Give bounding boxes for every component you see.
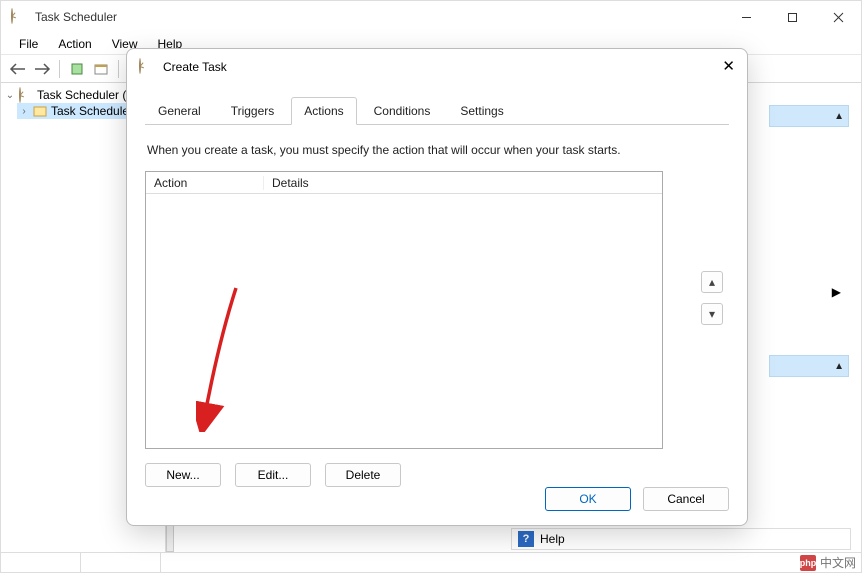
menu-file[interactable]: File <box>9 35 48 53</box>
edit-button[interactable]: Edit... <box>235 463 311 487</box>
tab-settings[interactable]: Settings <box>447 97 516 125</box>
watermark-logo: php <box>800 555 816 571</box>
close-button[interactable]: ✕ <box>722 57 735 75</box>
close-button[interactable] <box>815 1 861 33</box>
help-panel[interactable]: ? Help <box>511 528 851 550</box>
toolbar-btn-1[interactable] <box>66 58 88 80</box>
chevron-up-icon: ▲ <box>834 111 844 122</box>
maximize-button[interactable] <box>769 1 815 33</box>
tab-conditions[interactable]: Conditions <box>361 97 444 125</box>
app-icon <box>139 59 155 75</box>
column-action[interactable]: Action <box>146 176 264 190</box>
help-icon: ? <box>518 531 534 547</box>
list-buttons: New... Edit... Delete <box>145 463 729 487</box>
tab-general[interactable]: General <box>145 97 214 125</box>
folder-icon <box>33 104 47 118</box>
chevron-up-icon: ▲ <box>834 361 844 372</box>
actions-list[interactable]: Action Details <box>145 171 663 449</box>
actions-section-header-2[interactable]: ▲ <box>769 355 849 377</box>
list-header: Action Details <box>146 172 662 194</box>
status-segment <box>1 553 81 572</box>
nav-back-button[interactable] <box>7 58 29 80</box>
window-controls <box>723 1 861 33</box>
app-icon <box>19 88 33 102</box>
nav-forward-button[interactable] <box>31 58 53 80</box>
tree-library-label: Task Schedule <box>51 104 129 118</box>
titlebar: Task Scheduler <box>1 1 861 33</box>
status-segment <box>81 553 161 572</box>
toolbar-separator <box>59 60 60 78</box>
dialog-buttons: OK Cancel <box>545 487 729 511</box>
move-down-button[interactable]: ▾ <box>701 303 723 325</box>
toolbar-separator <box>118 60 119 78</box>
cancel-button[interactable]: Cancel <box>643 487 729 511</box>
watermark-text: 中文网 <box>820 554 856 571</box>
window-title: Task Scheduler <box>35 10 117 24</box>
dialog-titlebar: Create Task ✕ <box>127 49 747 85</box>
dialog-title: Create Task <box>163 60 227 74</box>
minimize-button[interactable] <box>723 1 769 33</box>
tab-actions[interactable]: Actions <box>291 97 356 125</box>
new-button[interactable]: New... <box>145 463 221 487</box>
app-icon <box>11 9 27 25</box>
tree-expand-toggle[interactable]: ⌄ <box>5 90 15 101</box>
tab-description: When you create a task, you must specify… <box>147 143 727 157</box>
tree-root-label: Task Scheduler (L <box>37 88 133 102</box>
column-details[interactable]: Details <box>264 176 317 190</box>
watermark: php 中文网 <box>800 554 856 571</box>
toolbar-btn-2[interactable] <box>90 58 112 80</box>
help-label: Help <box>540 532 565 546</box>
play-icon[interactable]: ▶ <box>832 285 841 299</box>
tree-expand-toggle[interactable]: › <box>19 106 29 117</box>
reorder-buttons: ▴ ▾ <box>701 271 723 325</box>
create-task-dialog: Create Task ✕ General Triggers Actions C… <box>126 48 748 526</box>
menu-action[interactable]: Action <box>48 35 101 53</box>
actions-section-header[interactable]: ▲ <box>769 105 849 127</box>
tab-triggers[interactable]: Triggers <box>218 97 288 125</box>
statusbar <box>1 552 861 572</box>
delete-button[interactable]: Delete <box>325 463 401 487</box>
ok-button[interactable]: OK <box>545 487 631 511</box>
tab-content: When you create a task, you must specify… <box>127 125 747 487</box>
splitter[interactable] <box>166 522 174 552</box>
move-up-button[interactable]: ▴ <box>701 271 723 293</box>
tab-strip: General Triggers Actions Conditions Sett… <box>127 97 747 125</box>
